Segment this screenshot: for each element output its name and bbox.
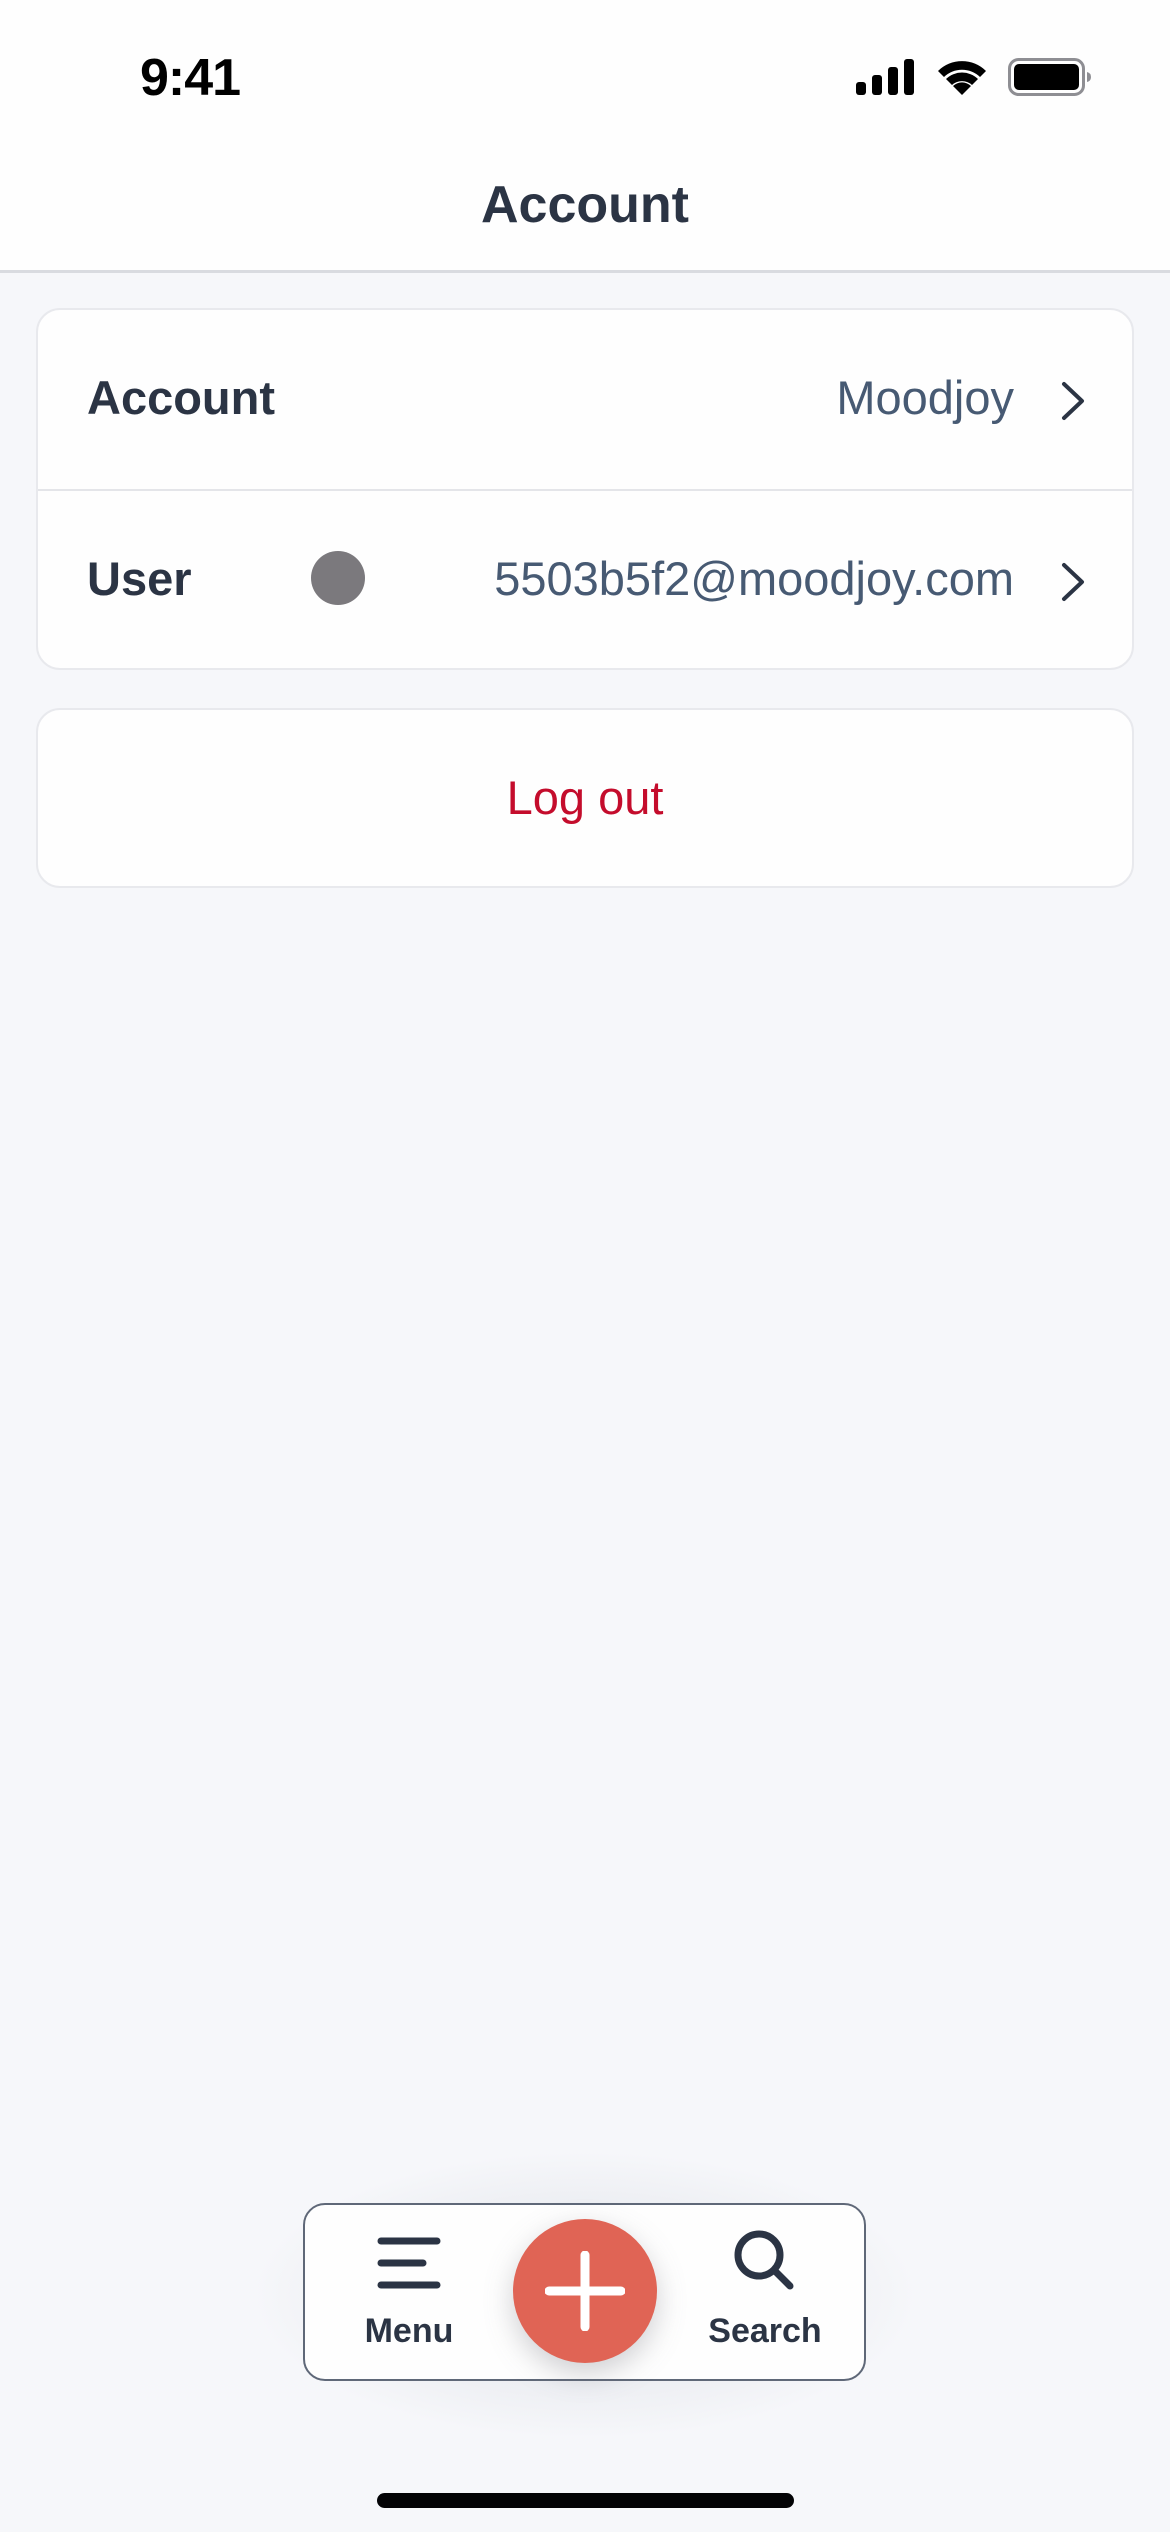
tab-menu-label: Menu	[364, 2312, 454, 2350]
tab-search-label: Search	[708, 2312, 822, 2350]
logout-button[interactable]: Log out	[36, 708, 1134, 888]
chevron-right-icon	[1062, 563, 1084, 601]
logout-label: Log out	[506, 771, 664, 824]
status-bar: 9:41	[0, 0, 1170, 150]
search-icon	[734, 2230, 794, 2290]
chevron-right-icon	[1062, 382, 1084, 420]
avatar	[311, 551, 365, 605]
account-row-value: Moodjoy	[836, 371, 1014, 424]
add-button[interactable]	[513, 2219, 657, 2363]
menu-icon	[377, 2237, 441, 2289]
user-row[interactable]: User 5503b5f2@moodjoy.com	[38, 491, 1132, 671]
status-icons	[856, 58, 1096, 98]
account-settings-card: Account Moodjoy User 5503b5f2@moodjoy.co…	[36, 308, 1134, 670]
cellular-signal-icon	[856, 59, 914, 95]
page-title: Account	[481, 176, 689, 234]
account-row-label: Account	[87, 371, 275, 424]
plus-icon	[545, 2251, 625, 2331]
tab-menu[interactable]: Menu	[319, 2205, 499, 2379]
wifi-icon	[938, 61, 986, 95]
account-row[interactable]: Account Moodjoy	[38, 310, 1132, 490]
status-time: 9:41	[140, 49, 241, 107]
tab-search[interactable]: Search	[675, 2205, 855, 2379]
nav-header: Account	[0, 150, 1170, 273]
battery-icon	[1008, 58, 1091, 96]
user-row-label: User	[87, 552, 192, 605]
user-email-value: 5503b5f2@moodjoy.com	[494, 552, 1014, 605]
home-indicator[interactable]	[377, 2493, 794, 2508]
